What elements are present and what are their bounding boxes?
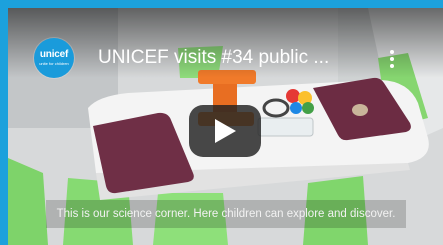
channel-logo[interactable]: unicef unite for children xyxy=(34,38,74,78)
video-caption: This is our science corner. Here childre… xyxy=(46,200,406,228)
video-embed-frame: unicef unite for children UNICEF visits … xyxy=(0,0,443,245)
video-title[interactable]: UNICEF visits #34 public ... xyxy=(98,46,378,70)
play-button[interactable] xyxy=(189,105,261,157)
menu-dot xyxy=(390,64,394,68)
more-vert-icon[interactable] xyxy=(382,47,402,71)
menu-dot xyxy=(390,50,394,54)
play-icon xyxy=(215,119,236,143)
logo-tagline: unite for children xyxy=(39,61,69,66)
menu-dot xyxy=(390,57,394,61)
logo-brand: unicef xyxy=(39,49,69,60)
video-player[interactable]: unicef unite for children UNICEF visits … xyxy=(8,8,443,245)
